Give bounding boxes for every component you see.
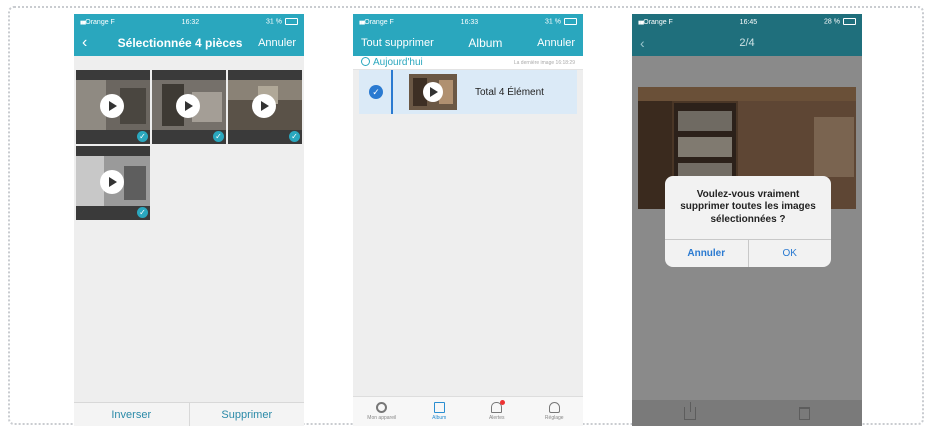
tab-label: Réglage [544, 415, 564, 421]
timeline-line [391, 70, 393, 114]
bell-icon [491, 400, 506, 413]
dialog-message: Voulez-vous vraiment supprimer toutes le… [680, 188, 816, 225]
page-counter: 2/4 [739, 37, 755, 49]
trash-icon[interactable] [799, 406, 811, 420]
total-count-label: Total 4 Élément [475, 86, 544, 98]
page-title: Album [468, 36, 503, 50]
battery-label: 31 % [545, 18, 577, 26]
status-bar: Orange F 16:33 31 % [353, 14, 583, 30]
section-today: Aujourd'hui [361, 57, 423, 68]
selected-check-icon[interactable]: ✓ [369, 85, 383, 99]
phone-select-screen: Orange F 16:32 31 % ‹ Sélectionnée 4 piè… [74, 14, 304, 426]
user-icon [548, 402, 560, 413]
check-icon: ✓ [137, 207, 148, 218]
check-icon: ✓ [213, 131, 224, 142]
cancel-button[interactable]: Annuler [258, 37, 296, 49]
status-time: 16:32 [181, 18, 200, 26]
tab-album[interactable]: Album [411, 397, 469, 426]
status-time: 16:45 [739, 18, 758, 26]
play-icon [423, 82, 443, 102]
tab-my-device[interactable]: Mon appareil [353, 397, 411, 426]
back-icon[interactable]: ‹ [640, 35, 660, 51]
tab-alerts[interactable]: Alertes [468, 397, 526, 426]
album-row[interactable]: ✓ Total 4 Élément [359, 70, 577, 114]
status-bar: Orange F 16:45 28 % [632, 14, 862, 30]
video-thumbnail[interactable]: ✓ [152, 70, 226, 144]
back-icon[interactable]: ‹ [82, 34, 102, 52]
carrier-label: Orange F [638, 19, 673, 26]
invert-button[interactable]: Inverser [74, 403, 189, 426]
viewer-toolbar [632, 400, 862, 426]
status-bar: Orange F 16:32 31 % [74, 14, 304, 30]
carrier-label: Orange F [359, 19, 394, 26]
notification-dot [500, 400, 506, 405]
status-time: 16:33 [460, 18, 479, 26]
video-thumbnail[interactable]: ✓ [76, 146, 150, 220]
share-icon[interactable] [683, 401, 696, 420]
today-label: Aujourd'hui [373, 57, 423, 68]
cancel-button[interactable]: Annuler [537, 37, 575, 49]
tab-settings[interactable]: Réglage [526, 397, 584, 426]
tab-bar: Mon appareil Album Alertes Réglage [353, 396, 583, 426]
confirm-dialog: Voulez-vous vraiment supprimer toutes le… [665, 176, 831, 267]
clock-icon [361, 57, 370, 66]
video-thumbnail[interactable]: ✓ [76, 70, 150, 144]
carrier-label: Orange F [80, 19, 115, 26]
last-image-label: La dernière image 16:18:29 [513, 59, 575, 66]
camera-icon [376, 402, 388, 413]
video-thumbnail[interactable]: ✓ [228, 70, 302, 144]
image-icon [433, 402, 445, 413]
page-title: Sélectionnée 4 pièces [117, 36, 243, 50]
check-icon: ✓ [289, 131, 300, 142]
dialog-cancel-button[interactable]: Annuler [665, 240, 748, 267]
phone-confirm-screen: Orange F 16:45 28 % ‹ 2/4 Voulez-vous vr… [632, 14, 862, 426]
nav-bar: ‹ Sélectionnée 4 pièces Annuler [74, 30, 304, 56]
dialog-ok-button[interactable]: OK [747, 240, 832, 267]
tab-label: Album [432, 415, 447, 421]
play-icon [100, 94, 124, 118]
delete-all-button[interactable]: Tout supprimer [361, 37, 434, 49]
section-header: Aujourd'hui La dernière image 16:18:29 [353, 56, 583, 70]
dialog-actions: Annuler OK [665, 239, 831, 267]
play-icon [100, 170, 124, 194]
phone-album-screen: Orange F 16:33 31 % Tout supprimer Album… [353, 14, 583, 426]
check-icon: ✓ [137, 131, 148, 142]
play-icon [176, 94, 200, 118]
nav-bar: ‹ 2/4 [632, 30, 862, 56]
battery-label: 31 % [266, 18, 298, 26]
album-thumbnail[interactable] [409, 74, 457, 110]
play-icon [252, 94, 276, 118]
battery-label: 28 % [824, 18, 856, 26]
tab-label: Alertes [488, 415, 505, 421]
action-bar: Inverser Supprimer [74, 402, 304, 426]
tab-label: Mon appareil [367, 415, 397, 421]
nav-bar: Tout supprimer Album Annuler [353, 30, 583, 56]
delete-button[interactable]: Supprimer [188, 403, 305, 426]
